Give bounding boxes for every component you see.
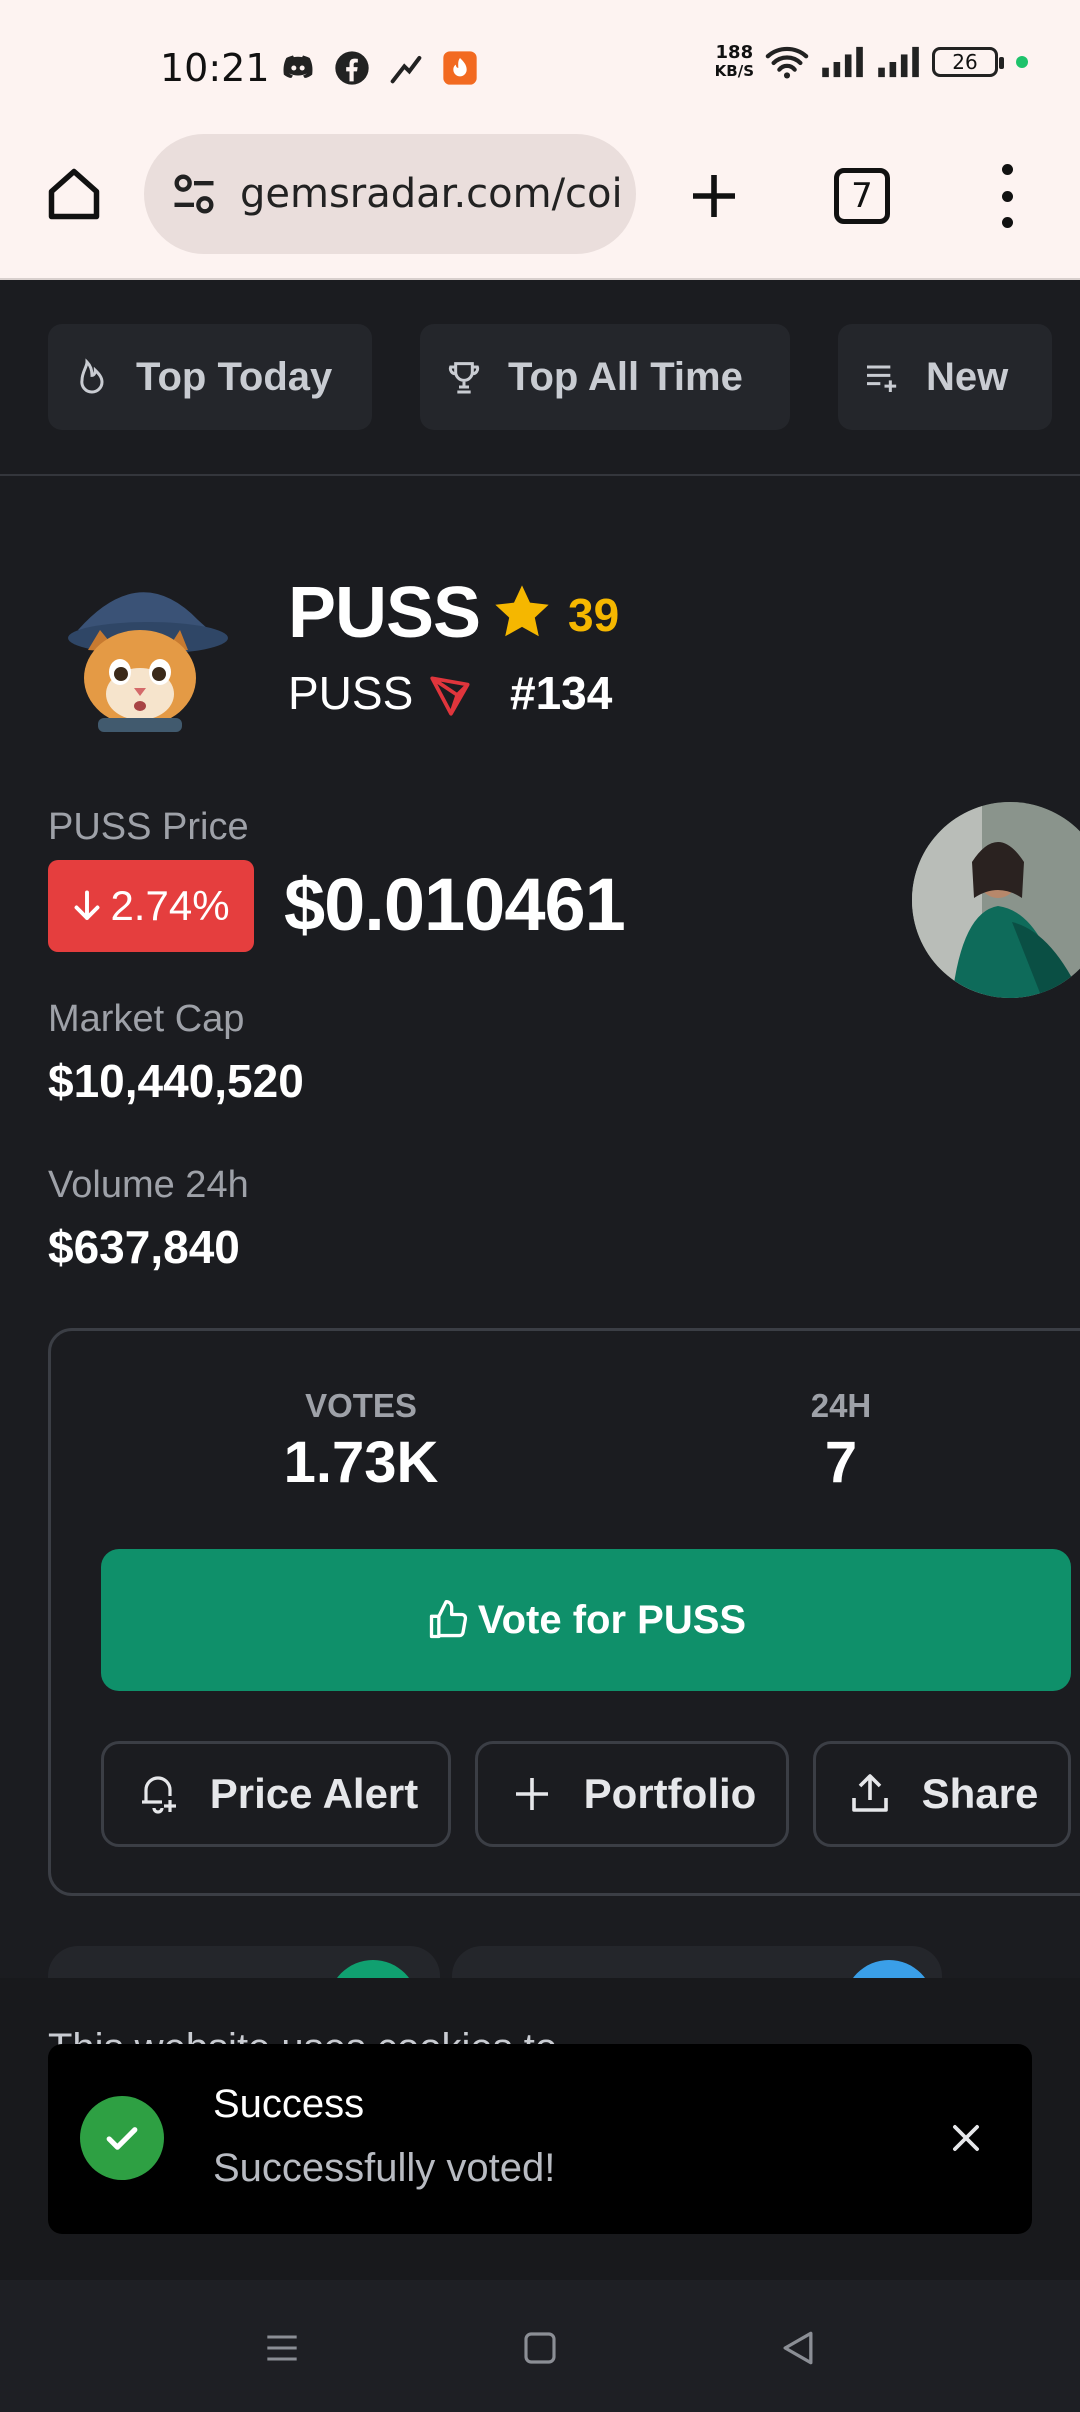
browser-toolbar: gemsradar.com/coi 7	[0, 128, 1080, 280]
home-button[interactable]	[38, 158, 110, 230]
share-icon	[851, 1774, 888, 1812]
tab-new[interactable]: New	[838, 324, 1052, 430]
back-nav-button[interactable]	[770, 2320, 826, 2376]
price-alert-button[interactable]: Price Alert	[101, 1741, 451, 1847]
notification-icons	[278, 48, 480, 88]
coin-logo	[48, 560, 232, 744]
market-cap-label: Market Cap	[48, 998, 245, 1040]
share-label: Share	[921, 1770, 1039, 1817]
vote-button[interactable]: Vote for PUSS	[101, 1549, 1071, 1691]
back-triangle-icon	[783, 2331, 813, 2365]
price-change-value: 2.74%	[110, 882, 230, 929]
status-right: 188 KB/S 26	[715, 44, 1028, 80]
person-photo-icon	[912, 802, 1080, 998]
votes-value: 1.73K	[283, 1430, 439, 1495]
tron-chain-icon	[430, 676, 470, 716]
coin-name: PUSS	[288, 573, 481, 653]
facebook-icon	[335, 51, 369, 85]
app-notification-icon	[443, 51, 477, 85]
square-icon	[524, 2332, 556, 2364]
menu-dot	[1001, 164, 1013, 175]
coin-rank: #134	[510, 667, 613, 719]
star-count: 39	[568, 589, 620, 641]
signal-icon	[822, 46, 863, 78]
portfolio-label: Portfolio	[583, 1770, 757, 1817]
signal-icon-2	[878, 46, 919, 78]
tab-label: New	[926, 354, 1009, 399]
votes-24h-value: 7	[824, 1430, 858, 1495]
volume-label: Volume 24h	[48, 1164, 249, 1206]
check-circle-icon	[80, 2096, 164, 2180]
new-tab-button[interactable]	[676, 158, 752, 234]
user-avatar[interactable]	[912, 802, 1080, 998]
star-icon[interactable]	[490, 580, 554, 644]
tab-label: Top Today	[136, 354, 333, 399]
tab-top-all-time[interactable]: Top All Time	[420, 324, 790, 430]
browser-menu-button[interactable]	[982, 164, 1032, 228]
recent-apps-button[interactable]	[254, 2320, 310, 2376]
success-toast: Success Successfully voted!	[48, 2044, 1032, 2234]
battery-icon: 26	[932, 47, 1004, 77]
menu-lines-icon	[267, 2335, 297, 2361]
net-speed-unit: KB/S	[714, 62, 754, 80]
coin-symbol: PUSS	[288, 667, 414, 719]
price-label: PUSS Price	[48, 806, 249, 848]
toast-close-button[interactable]	[938, 2110, 994, 2166]
share-button[interactable]: Share	[813, 1741, 1071, 1847]
list-add-icon	[867, 365, 897, 392]
site-settings-icon[interactable]	[168, 168, 220, 220]
menu-dot	[1001, 190, 1013, 202]
net-speed-value: 188	[715, 42, 754, 63]
cat-wizard-logo-icon	[68, 592, 228, 732]
menu-dot	[1001, 217, 1013, 228]
portfolio-button[interactable]: Portfolio	[475, 1741, 789, 1847]
system-navigation-bar	[0, 2280, 1080, 2412]
price-alert-label: Price Alert	[209, 1770, 419, 1817]
privacy-dot	[1016, 56, 1028, 68]
wifi-icon	[765, 46, 809, 79]
home-icon	[48, 168, 100, 220]
thumbs-up-icon	[429, 1600, 467, 1639]
address-bar[interactable]: gemsradar.com/coi	[144, 134, 636, 254]
status-bar: 10:21 188 KB/S 26	[0, 0, 1080, 128]
trophy-icon	[448, 362, 480, 394]
close-icon	[953, 2125, 979, 2151]
vote-card: VOTES 1.73K 24H 7 Vote for PUSS Price Al…	[48, 1328, 1080, 1896]
price-value: $0.010461	[284, 863, 626, 946]
toast-message: Successfully voted!	[213, 2146, 556, 2190]
arrow-down-icon	[75, 890, 100, 920]
tab-switcher-button[interactable]: 7	[834, 168, 890, 224]
messenger-icon	[390, 56, 422, 84]
tab-label: Top All Time	[508, 354, 743, 399]
plus-icon	[693, 175, 735, 217]
status-time: 10:21	[160, 46, 270, 90]
votes-24h-label: 24H	[810, 1387, 872, 1424]
plus-icon	[515, 1778, 548, 1810]
volume-value: $637,840	[48, 1221, 240, 1273]
price-change-badge: 2.74%	[48, 860, 254, 952]
toast-title: Success	[213, 2082, 365, 2126]
tab-top-today[interactable]: Top Today	[48, 324, 372, 430]
vote-button-label: Vote for PUSS	[477, 1597, 747, 1642]
market-cap-value: $10,440,520	[48, 1055, 304, 1107]
discord-icon	[283, 55, 313, 78]
url-text: gemsradar.com/coi	[240, 171, 623, 217]
network-speed: 188 KB/S	[714, 42, 754, 81]
votes-label: VOTES	[305, 1387, 417, 1424]
flame-icon	[80, 358, 104, 394]
bell-plus-icon	[141, 1776, 176, 1814]
category-tabs: Top Today Top All Time New	[0, 282, 1080, 476]
home-nav-button[interactable]	[512, 2320, 568, 2376]
